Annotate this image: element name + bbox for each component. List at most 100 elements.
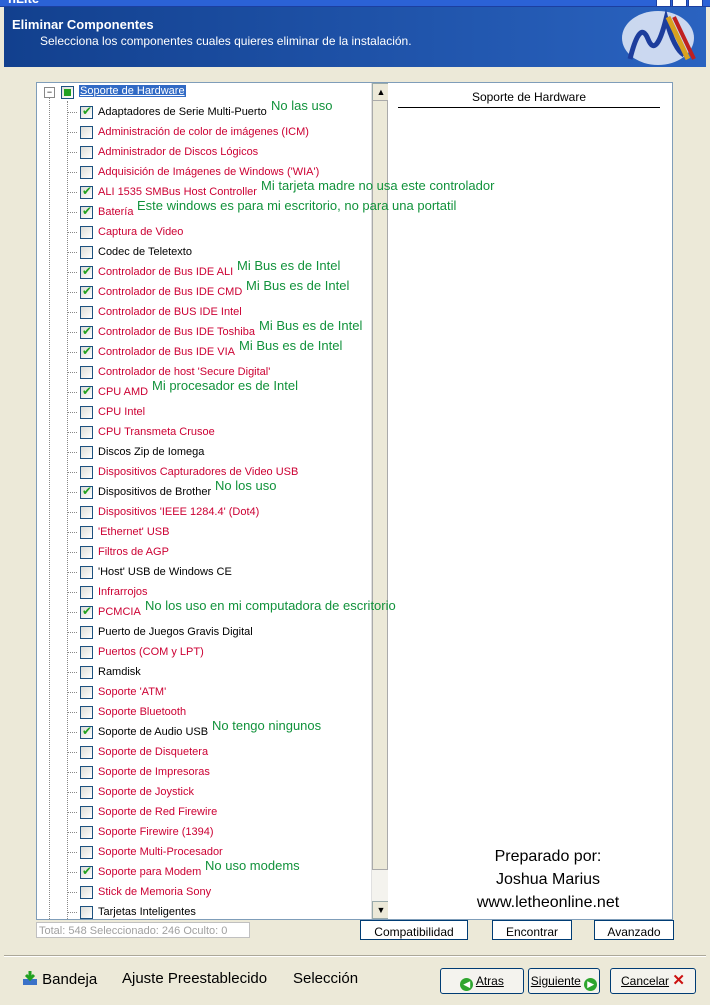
tree-item[interactable]: Tarjetas Inteligentes [37,903,389,919]
item-label: Soporte Bluetooth [98,706,187,718]
item-checkbox[interactable] [80,846,93,859]
item-label: CPU Intel [98,406,146,418]
item-checkbox[interactable] [80,246,93,259]
tree-branch-line [67,792,77,793]
tree-item[interactable]: Soporte de Red Firewire [37,803,389,823]
tree-item[interactable]: Captura de Video [37,223,389,243]
tree-item[interactable]: CPU Transmeta Crusoe [37,423,389,443]
item-checkbox[interactable] [80,306,93,319]
tray-button[interactable]: Bandeja [22,970,97,988]
tree-item[interactable]: Administrador de Discos Lógicos [37,143,389,163]
next-button[interactable]: Siguiente ▶ [528,968,600,994]
item-checkbox[interactable] [80,406,93,419]
item-checkbox[interactable]: ✔ [80,384,93,399]
item-checkbox[interactable] [80,146,93,159]
tree-item[interactable]: 'Host' USB de Windows CE [37,563,389,583]
tree-item[interactable]: Stick de Memoria Sony [37,883,389,903]
item-checkbox[interactable] [80,906,93,919]
item-checkbox[interactable] [80,666,93,679]
tree-item[interactable]: Administración de color de imágenes (ICM… [37,123,389,143]
tree-item[interactable]: Soporte Firewire (1394) [37,823,389,843]
tree-branch-line [67,892,77,893]
tree-branch-line [67,232,77,233]
tree-item[interactable]: Dispositivos 'IEEE 1284.4' (Dot4) [37,503,389,523]
advanced-button[interactable]: Avanzado [594,920,674,940]
tree-item[interactable]: 'Ethernet' USB [37,523,389,543]
tree-item[interactable]: Ramdisk [37,663,389,683]
cancel-button[interactable]: Cancelar ✕ [610,968,696,994]
item-checkbox[interactable] [80,826,93,839]
tree-branch-line [67,452,77,453]
item-checkbox[interactable] [80,646,93,659]
tree-item[interactable]: CPU Intel [37,403,389,423]
item-checkbox[interactable] [80,586,93,599]
item-checkbox[interactable] [80,886,93,899]
tree-item[interactable]: Dispositivos Capturadores de Video USB [37,463,389,483]
item-checkbox[interactable] [80,526,93,539]
item-checkbox[interactable] [80,806,93,819]
tree-item[interactable]: Soporte 'ATM' [37,683,389,703]
item-checkbox[interactable]: ✔ [80,264,93,279]
item-checkbox[interactable]: ✔ [80,204,93,219]
close-button[interactable] [688,0,703,6]
tree-root-row[interactable]: − Soporte de Hardware [37,83,389,103]
item-checkbox[interactable] [80,786,93,799]
item-checkbox[interactable] [80,226,93,239]
tree-item[interactable]: Soporte de Disquetera [37,743,389,763]
item-checkbox[interactable] [80,426,93,439]
root-checkbox[interactable] [61,86,74,99]
item-checkbox[interactable] [80,746,93,759]
item-checkbox[interactable]: ✔ [80,344,93,359]
item-checkbox[interactable]: ✔ [80,864,93,879]
minimize-button[interactable] [656,0,671,6]
collapse-icon[interactable]: − [44,87,55,98]
item-checkbox[interactable] [80,506,93,519]
item-checkbox[interactable] [80,706,93,719]
item-checkbox[interactable] [80,566,93,579]
item-label: Tarjetas Inteligentes [98,906,196,918]
compatibility-button[interactable]: Compatibilidad [360,920,468,940]
item-checkbox[interactable]: ✔ [80,324,93,339]
item-checkbox[interactable] [80,166,93,179]
item-label: Adaptadores de Serie Multi-Puerto [98,106,267,118]
item-checkbox[interactable]: ✔ [80,184,93,199]
item-label: Infrarrojos [98,586,148,598]
item-checkbox[interactable] [80,546,93,559]
preset-button[interactable]: Ajuste Preestablecido [122,970,267,987]
tree-item[interactable]: Puertos (COM y LPT) [37,643,389,663]
maximize-button[interactable] [672,0,687,6]
item-checkbox[interactable]: ✔ [80,104,93,119]
tree-item[interactable]: Filtros de AGP [37,543,389,563]
tree-branch-line [67,852,77,853]
item-checkbox[interactable] [80,466,93,479]
item-checkbox[interactable] [80,446,93,459]
item-checkbox[interactable]: ✔ [80,284,93,299]
tree-item[interactable]: ✔ Adaptadores de Serie Multi-Puerto [37,103,389,123]
item-label: Controlador de BUS IDE Intel [98,306,242,318]
tree-item[interactable]: Discos Zip de Iomega [37,443,389,463]
item-checkbox[interactable] [80,686,93,699]
tree-item[interactable]: Soporte de Impresoras [37,763,389,783]
check-icon: ✔ [82,484,93,498]
tree-item[interactable]: Soporte de Joystick [37,783,389,803]
item-checkbox[interactable] [80,366,93,379]
tree-branch-line [67,132,77,133]
annotation-note: No tengo ningunos [212,718,322,733]
item-label: Filtros de AGP [98,546,169,558]
find-button[interactable]: Encontrar [492,920,572,940]
item-checkbox[interactable]: ✔ [80,484,93,499]
tree-item[interactable]: Puerto de Juegos Gravis Digital [37,623,389,643]
item-label: Adquisición de Imágenes de Windows ('WIA… [98,166,320,178]
tree-item[interactable]: ✔ Dispositivos de Brother [37,483,389,503]
scroll-thumb[interactable] [372,100,388,870]
item-label: Batería [98,206,134,218]
item-checkbox[interactable] [80,766,93,779]
item-label: Soporte Firewire (1394) [98,826,214,838]
item-checkbox[interactable]: ✔ [80,604,93,619]
item-checkbox[interactable] [80,126,93,139]
item-checkbox[interactable] [80,626,93,639]
check-icon: ✔ [82,604,93,618]
item-checkbox[interactable]: ✔ [80,724,93,739]
selection-button[interactable]: Selección [293,970,358,987]
back-button[interactable]: ◀ Atras [440,968,524,994]
